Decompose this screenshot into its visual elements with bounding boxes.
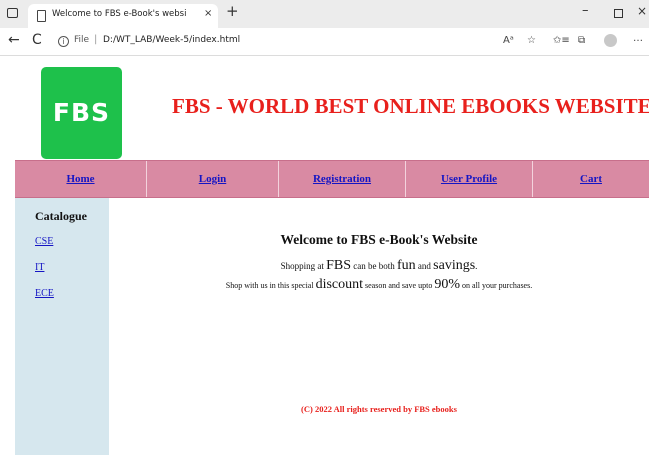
promo-emphasis-fun: fun [397,258,416,273]
copyright-footer: (C) 2022 All rights reserved by FBS eboo… [301,404,457,414]
nav-link-cart[interactable]: Cart [580,173,602,185]
fbs-logo: FBS [41,67,122,159]
favorites-icon[interactable]: ✩≡ [553,35,570,46]
nav-cell-user-profile: User Profile [406,161,533,197]
minimize-icon[interactable]: – [582,3,589,18]
browser-tab[interactable]: Welcome to FBS e-Book's websi × [28,4,218,28]
nav-cell-cart: Cart [533,161,649,197]
nav-cell-home: Home [15,161,147,197]
logo-text: FBS [52,98,111,127]
add-favorite-icon[interactable]: ☆ [527,35,536,46]
page-icon [37,10,46,22]
main-content: Welcome to FBS e-Book's Website Shopping… [109,198,649,455]
address-bar: ← C i File | D:/WT_LAB/Week-5/index.html… [0,28,649,56]
nav-cell-registration: Registration [279,161,406,197]
promo-text: and [415,261,434,271]
read-aloud-icon[interactable]: Aᵃ [503,35,514,46]
maximize-icon[interactable] [614,9,623,18]
file-label: File [74,35,90,45]
more-icon[interactable]: … [633,33,643,44]
nav-link-registration[interactable]: Registration [313,173,371,185]
catalogue-link-ece[interactable]: ECE [35,288,54,299]
nav-link-login[interactable]: Login [199,173,227,185]
catalogue-title: Catalogue [35,209,87,223]
back-arrow-icon[interactable]: ← [8,32,20,48]
promo-text: can be both [351,261,397,271]
site-title: FBS - WORLD BEST ONLINE EBOOKS WEBSITE [172,94,649,118]
promo-text: on all your purchases. [460,281,533,290]
promo-text: season and save upto [363,281,435,290]
page-header: FBS FBS - WORLD BEST ONLINE EBOOKS WEBSI… [15,57,649,160]
tab-title: Welcome to FBS e-Book's websi [52,9,187,19]
browser-tab-bar: Welcome to FBS e-Book's websi × + – × [0,0,649,28]
promo-emphasis-percent: 90% [434,277,461,292]
close-window-icon[interactable]: × [637,4,647,18]
url-divider: | [94,34,98,45]
promo-line-2: Shop with us in this special discount se… [109,277,649,293]
catalogue-link-cse[interactable]: CSE [35,236,53,247]
nav-cell-login: Login [147,161,279,197]
promo-text: Shop with us in this special [225,281,316,290]
welcome-heading: Welcome to FBS e-Book's Website [280,232,478,247]
tab-close-icon[interactable]: × [204,8,212,19]
nav-link-user-profile[interactable]: User Profile [441,173,497,185]
nav-link-home[interactable]: Home [66,173,94,185]
promo-text: Shopping at [280,261,327,271]
catalogue-sidebar: Catalogue CSE IT ECE [15,198,109,455]
promo-emphasis-savings: savings [433,258,476,273]
catalogue-link-it[interactable]: IT [35,262,44,273]
collections-icon[interactable]: ⧉ [578,35,585,46]
promo-emphasis-fbs: FBS [326,258,352,273]
promo-line-1: Shopping at FBS can be both fun and savi… [109,258,649,274]
window-icon[interactable] [7,8,18,18]
url-input[interactable]: D:/WT_LAB/Week-5/index.html [103,35,240,45]
new-tab-button[interactable]: + [226,2,239,20]
reload-icon[interactable]: C [32,32,42,48]
info-icon[interactable]: i [58,36,69,47]
profile-icon[interactable] [604,34,617,47]
promo-emphasis-discount: discount [315,277,364,292]
main-nav: Home Login Registration User Profile Car… [15,160,649,198]
promo-text: . [475,261,478,271]
